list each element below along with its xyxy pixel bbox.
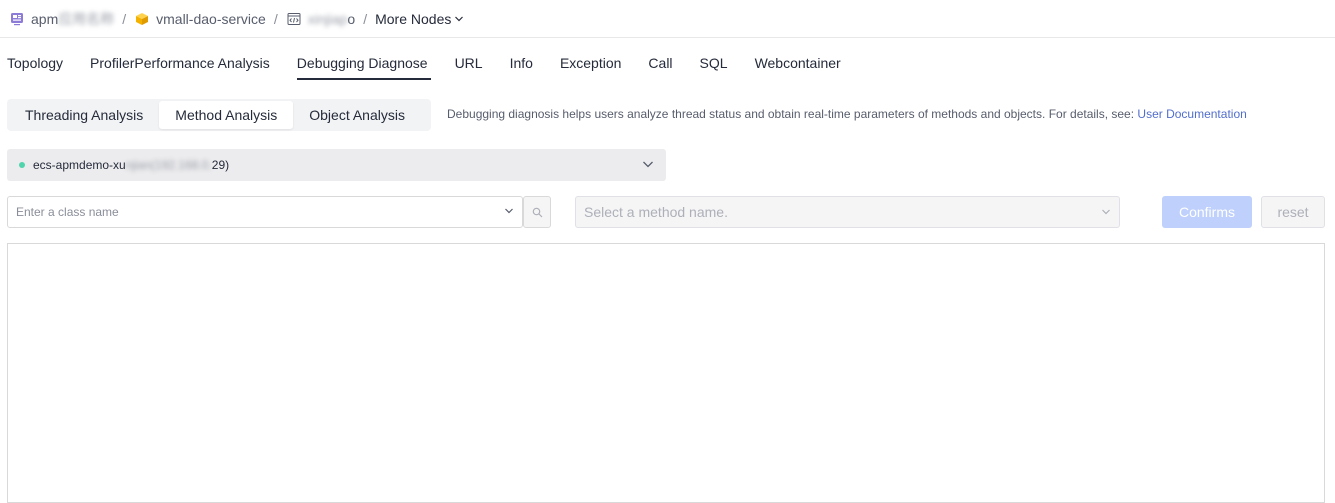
segment-threading-analysis[interactable]: Threading Analysis xyxy=(9,101,159,129)
more-nodes-label: More Nodes xyxy=(375,10,452,27)
tab-url[interactable]: URL xyxy=(448,44,490,82)
breadcrumb-separator: / xyxy=(273,10,278,27)
node-select-masked: njian(192.168.0. xyxy=(125,158,212,172)
breadcrumb-env-label: o xyxy=(347,10,356,27)
breadcrumb-env[interactable]: xinjiap o xyxy=(286,10,356,27)
node-select[interactable]: ecs-apmdemo-xu njian(192.168.0. 29) xyxy=(7,149,666,181)
tab-debugging-diagnose[interactable]: Debugging Diagnose xyxy=(290,44,435,82)
breadcrumb: apm 应用名称 / vmall-dao-service / xinjiap o /… xyxy=(0,0,1335,38)
breadcrumb-app-masked: 应用名称 xyxy=(58,10,115,27)
tab-topology[interactable]: Topology xyxy=(0,44,70,82)
tab-webcontainer[interactable]: Webcontainer xyxy=(748,44,848,82)
breadcrumb-separator: / xyxy=(122,10,127,27)
breadcrumb-separator: / xyxy=(363,10,368,27)
breadcrumb-service[interactable]: vmall-dao-service xyxy=(134,11,266,27)
class-name-input[interactable]: Enter a class name xyxy=(7,196,523,228)
analysis-type-switch: Threading Analysis Method Analysis Object … xyxy=(7,99,431,131)
class-name-placeholder: Enter a class name xyxy=(16,205,119,219)
segment-method-analysis[interactable]: Method Analysis xyxy=(159,101,294,129)
tab-sql[interactable]: SQL xyxy=(693,44,735,82)
chevron-down-icon xyxy=(454,14,464,24)
tab-profilerperformance-analysis[interactable]: ProfilerPerformance Analysis xyxy=(83,44,277,82)
breadcrumb-app-label: apm xyxy=(31,10,59,27)
tab-info[interactable]: Info xyxy=(503,44,540,82)
breadcrumb-service-label: vmall-dao-service xyxy=(156,10,266,27)
method-name-select[interactable]: Select a method name. xyxy=(575,196,1120,228)
more-nodes-dropdown[interactable]: More Nodes xyxy=(375,11,464,27)
node-select-prefix: ecs-apmdemo-xu xyxy=(33,158,126,172)
breadcrumb-env-masked: xinjiap xyxy=(307,10,348,27)
tab-call[interactable]: Call xyxy=(641,44,679,82)
hint-text: Debugging diagnosis helps users analyze … xyxy=(447,107,1138,121)
app-icon xyxy=(9,11,25,27)
node-select-suffix: 29) xyxy=(211,158,230,172)
method-analysis-result-panel xyxy=(7,243,1325,503)
confirm-button[interactable]: Confirms xyxy=(1162,196,1252,228)
chevron-down-icon xyxy=(1101,204,1111,220)
status-dot xyxy=(19,162,25,168)
debug-hint: Debugging diagnosis helps users analyze … xyxy=(447,107,1247,121)
reset-button[interactable]: reset xyxy=(1261,196,1325,228)
class-search-button[interactable] xyxy=(523,196,551,228)
segment-object-analysis[interactable]: Object Analysis xyxy=(293,101,421,129)
breadcrumb-app[interactable]: apm 应用名称 xyxy=(9,9,114,29)
chevron-down-icon xyxy=(642,158,654,173)
chevron-down-icon xyxy=(504,205,514,219)
main-tabs: Topology ProfilerPerformance Analysis Debu… xyxy=(0,44,861,82)
cube-icon xyxy=(134,11,150,27)
tab-exception[interactable]: Exception xyxy=(553,44,628,82)
user-documentation-link[interactable]: User Documentation xyxy=(1137,107,1246,121)
search-icon xyxy=(532,207,543,218)
code-window-icon xyxy=(286,11,302,27)
method-name-placeholder: Select a method name. xyxy=(584,204,728,220)
